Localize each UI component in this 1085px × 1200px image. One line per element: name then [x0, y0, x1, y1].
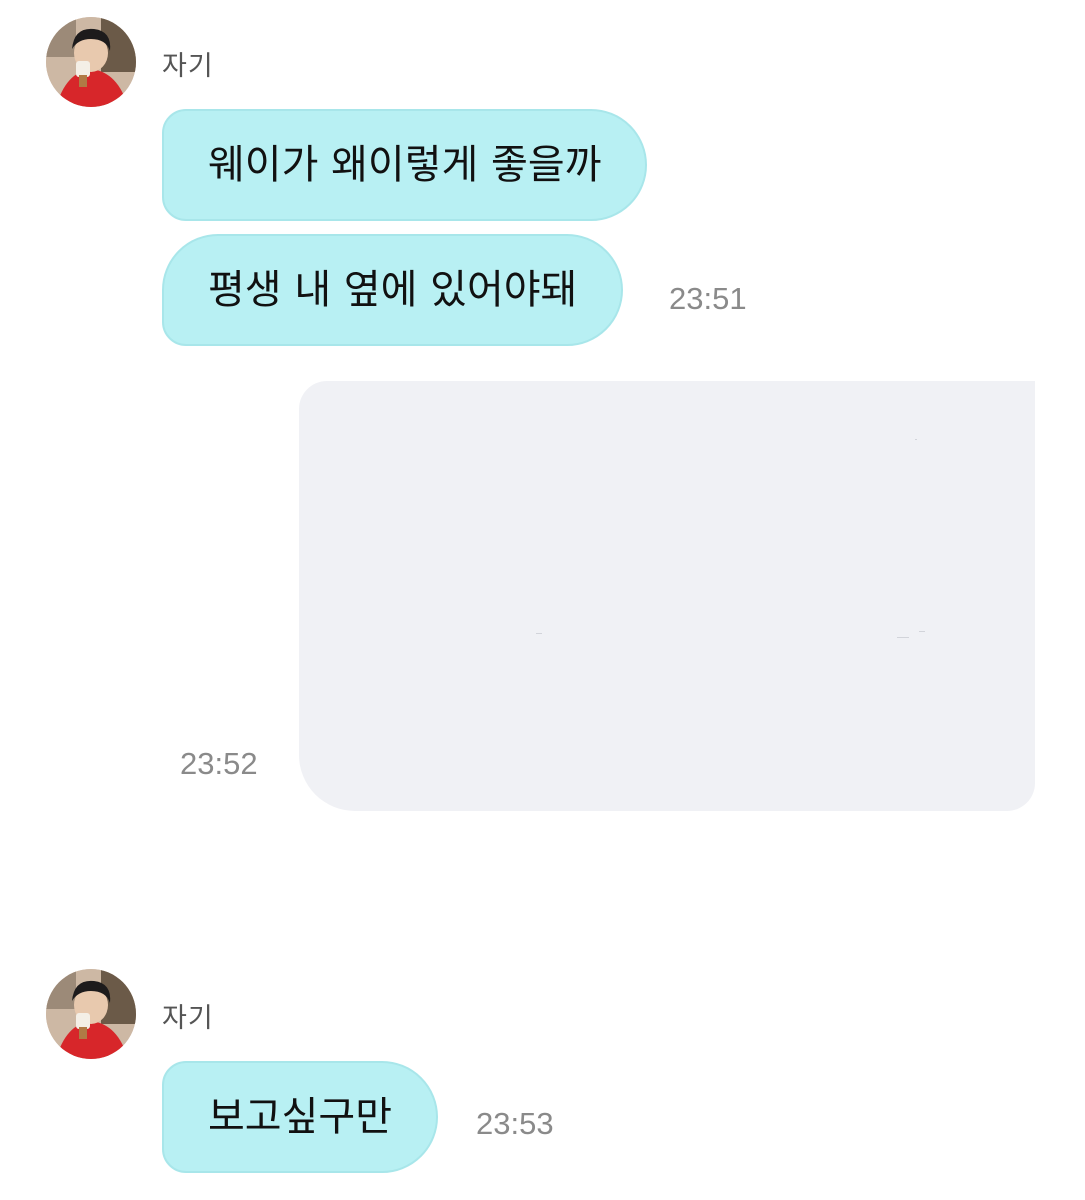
message-bubble[interactable]: 웨이가 왜이렇게 좋을까	[162, 109, 648, 221]
profile-photo-icon	[46, 17, 136, 107]
avatar[interactable]	[46, 17, 136, 107]
image-artifact	[915, 439, 917, 440]
image-artifact	[897, 637, 909, 638]
image-message[interactable]	[299, 381, 1035, 811]
message-text: 웨이가 왜이렇게 좋을까	[208, 142, 602, 188]
image-artifact	[536, 633, 542, 634]
sender-name: 자기	[162, 51, 214, 82]
message-timestamp: 23:51	[669, 281, 747, 316]
message-bubble[interactable]: 평생 내 옆에 있어야돼	[162, 234, 624, 346]
avatar[interactable]	[46, 969, 136, 1059]
image-artifact	[919, 631, 925, 632]
profile-photo-icon	[46, 969, 136, 1059]
sender-name: 자기	[162, 1003, 214, 1034]
message-text: 평생 내 옆에 있어야돼	[208, 267, 578, 313]
message-bubble[interactable]: 보고싶구만	[162, 1061, 438, 1173]
message-timestamp: 23:52	[180, 746, 258, 781]
message-timestamp: 23:53	[476, 1106, 554, 1141]
message-text: 보고싶구만	[208, 1094, 392, 1140]
